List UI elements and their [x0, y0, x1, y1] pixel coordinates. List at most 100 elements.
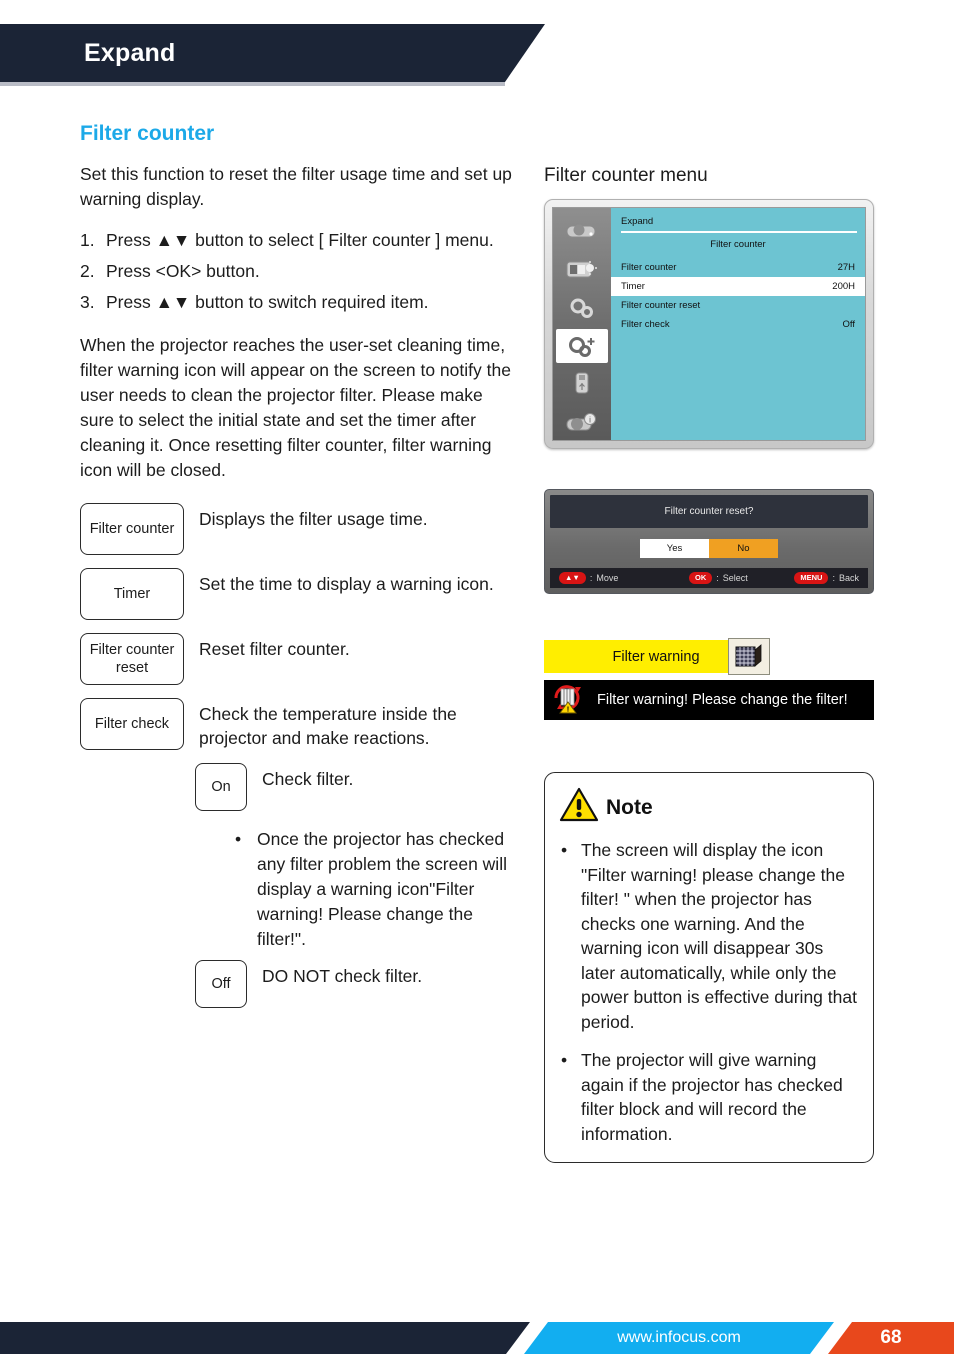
- note-header: Note: [559, 787, 857, 828]
- definition-text: Check filter.: [262, 769, 354, 789]
- definition-row: Filter counter Displays the filter usage…: [80, 503, 512, 555]
- osd-row-value: 27H: [837, 262, 855, 273]
- body-paragraph: When the projector reaches the user-set …: [80, 335, 511, 480]
- filter-mesh-icon: [728, 638, 770, 675]
- yes-button[interactable]: Yes: [640, 538, 709, 558]
- expand-gear-icon[interactable]: [556, 328, 608, 364]
- dialog-buttons: Yes No: [550, 528, 868, 568]
- footer-url[interactable]: www.infocus.com: [524, 1322, 834, 1354]
- image-adjust-icon[interactable]: [556, 252, 608, 286]
- note-item-text: The screen will display the icon "Filter…: [581, 840, 857, 1032]
- step-text: Press ▲▼ button to select [ Filter count…: [106, 230, 494, 250]
- on-off-group: On Check filter. • Once the projector ha…: [195, 763, 512, 1008]
- definition-row: Timer Set the time to display a warning …: [80, 568, 512, 620]
- dialog-message: Filter counter reset?: [550, 495, 868, 528]
- osd-row-label: Timer: [621, 281, 645, 292]
- hint-separator: :: [716, 573, 719, 583]
- definition-text: Set the time to display a warning icon.: [199, 574, 494, 594]
- note-item: • The screen will display the icon "Filt…: [559, 838, 857, 1034]
- osd-sidebar: i: [553, 208, 611, 440]
- note-title: Note: [606, 795, 653, 819]
- definition-text: Displays the filter usage time.: [199, 509, 428, 529]
- definition-row: Filter check Check the temperature insid…: [80, 698, 512, 750]
- definition-text: Check the temperature inside the project…: [199, 704, 457, 748]
- hint-action: Move: [596, 573, 619, 583]
- term-timer: Timer: [80, 568, 184, 620]
- menu-caption: Filter counter menu: [544, 165, 708, 186]
- osd-row-value: Off: [842, 319, 856, 330]
- note-item-text: The projector will give warning again if…: [581, 1050, 843, 1144]
- info-icon[interactable]: i: [556, 406, 608, 440]
- projector-icon[interactable]: [556, 214, 608, 248]
- reset-confirm-dialog: Filter counter reset? Yes No ▲▼ : Move O…: [544, 489, 874, 594]
- header-banner-shape: [0, 24, 545, 82]
- settings-gear-icon[interactable]: [556, 291, 608, 325]
- usb-icon[interactable]: [556, 367, 608, 401]
- hint-separator: :: [832, 573, 835, 583]
- filter-warning-graphics: Filter warning ! Filter warning! Please …: [544, 638, 876, 720]
- osd-row-filter-counter-reset[interactable]: Filter counter reset: [611, 296, 865, 315]
- hint-action: Select: [722, 573, 748, 583]
- header-underline: [0, 82, 505, 86]
- page-header: Expand: [0, 24, 560, 86]
- osd-row-timer[interactable]: Timer 200H: [611, 277, 865, 296]
- dialog-hint-bar: ▲▼ : Move OK : Select MENU : Back: [550, 568, 868, 588]
- osd-divider: [621, 231, 857, 233]
- step-number: 3.: [80, 292, 95, 312]
- left-column: Filter counter Set this function to rese…: [80, 122, 512, 1021]
- osd-row-value: 200H: [832, 281, 855, 292]
- bullet-dot: •: [561, 1050, 568, 1070]
- step-number: 2.: [80, 261, 95, 281]
- warning-triangle-icon: [559, 787, 599, 828]
- steps-list: 1. Press ▲▼ button to select [ Filter co…: [80, 228, 512, 315]
- filter-warning-banner-icon: !: [551, 682, 587, 719]
- term-filter-check: Filter check: [80, 698, 184, 750]
- definition-row-off: Off DO NOT check filter.: [195, 960, 512, 1008]
- updown-arrow-badge-icon: ▲▼: [559, 572, 586, 584]
- osd-inner: i Expand Filter counter Filter counter 2…: [552, 207, 866, 441]
- filter-warning-label-strip: Filter warning: [544, 638, 770, 675]
- filter-warning-banner: ! Filter warning! Please change the filt…: [544, 680, 874, 720]
- step-text: Press ▲▼ button to switch required item.: [106, 292, 429, 312]
- hint-move: ▲▼ : Move: [559, 572, 618, 584]
- filter-warning-label: Filter warning: [612, 648, 700, 665]
- step-number: 1.: [80, 230, 95, 250]
- definition-row-on: On Check filter.: [195, 763, 512, 811]
- hint-separator: :: [589, 573, 593, 583]
- note-item: • The projector will give warning again …: [559, 1048, 857, 1146]
- no-button[interactable]: No: [709, 538, 778, 558]
- hint-action: Back: [838, 573, 859, 583]
- term-filter-counter: Filter counter: [80, 503, 184, 555]
- step-text: Press <OK> button.: [106, 261, 260, 281]
- bullet-dot: •: [561, 840, 568, 860]
- definition-text: Reset filter counter.: [199, 639, 350, 659]
- note-box: Note • The screen will display the icon …: [544, 772, 874, 1163]
- hint-back: MENU : Back: [794, 572, 859, 584]
- filter-warning-banner-text: Filter warning! Please change the filter…: [597, 692, 848, 708]
- osd-row-label: Filter counter reset: [621, 300, 701, 311]
- ok-badge-icon: OK: [689, 572, 713, 584]
- menu-badge-icon: MENU: [794, 572, 829, 584]
- osd-row-filter-check[interactable]: Filter check Off: [611, 315, 865, 334]
- osd-row-filter-counter[interactable]: Filter counter 27H: [611, 258, 865, 277]
- step-item: 2. Press <OK> button.: [80, 259, 512, 284]
- intro-paragraph: Set this function to reset the filter us…: [80, 164, 512, 209]
- bullet-dot: •: [235, 829, 242, 849]
- term-on: On: [195, 763, 247, 811]
- osd-breadcrumb: Expand: [621, 216, 654, 227]
- svg-text:!: !: [567, 704, 570, 713]
- step-item: 1. Press ▲▼ button to select [ Filter co…: [80, 228, 512, 253]
- hint-select: OK : Select: [689, 572, 748, 584]
- svg-text:i: i: [589, 415, 591, 424]
- page-title: Expand: [84, 38, 176, 67]
- footer-dark-segment: [0, 1322, 530, 1354]
- osd-main-panel: Expand Filter counter Filter counter 27H…: [611, 208, 865, 440]
- definition-row: Filter counter reset Reset filter counte…: [80, 633, 512, 685]
- osd-row-label: Filter check: [621, 319, 670, 330]
- term-filter-counter-reset: Filter counter reset: [80, 633, 184, 685]
- osd-menu-screenshot: i Expand Filter counter Filter counter 2…: [544, 199, 874, 449]
- on-bullet-text: Once the projector has checked any filte…: [257, 829, 507, 949]
- osd-subtitle: Filter counter: [710, 239, 766, 250]
- section-title: Filter counter: [80, 122, 215, 145]
- term-off: Off: [195, 960, 247, 1008]
